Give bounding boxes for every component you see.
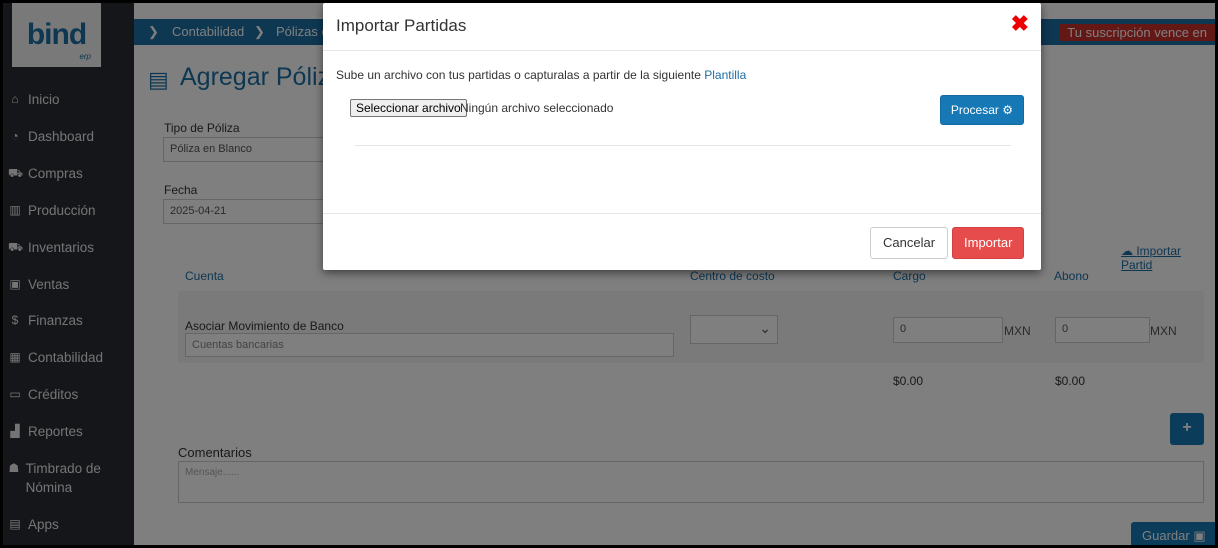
modal-header: Importar Partidas ✖ [323, 3, 1041, 51]
modal-body: Sube un archivo con tus partidas o captu… [323, 51, 1041, 213]
file-status: Ningún archivo seleccionado [460, 101, 614, 115]
divider [355, 145, 1011, 146]
cancel-button[interactable]: Cancelar [870, 227, 949, 259]
import-modal: Importar Partidas ✖ Sube un archivo con … [323, 3, 1041, 270]
procesar-label: Procesar [950, 103, 999, 117]
app-window: bind erp ⌂Inicio◔Dashboard⛟Compras▥Produ… [3, 3, 1215, 545]
file-select-button[interactable]: Seleccionar archivo [350, 99, 467, 117]
plantilla-link[interactable]: Plantilla [704, 68, 746, 82]
procesar-button[interactable]: Procesar ⚙ [939, 95, 1024, 125]
import-button[interactable]: Importar [952, 227, 1025, 259]
gears-icon: ⚙ [1002, 103, 1013, 117]
upload-instructions-text: Sube un archivo con tus partidas o captu… [336, 68, 701, 82]
upload-instructions: Sube un archivo con tus partidas o captu… [336, 68, 746, 82]
modal-title: Importar Partidas [336, 16, 467, 35]
close-icon[interactable]: ✖ [1011, 13, 1029, 35]
modal-footer: Cancelar Importar [323, 213, 1041, 270]
